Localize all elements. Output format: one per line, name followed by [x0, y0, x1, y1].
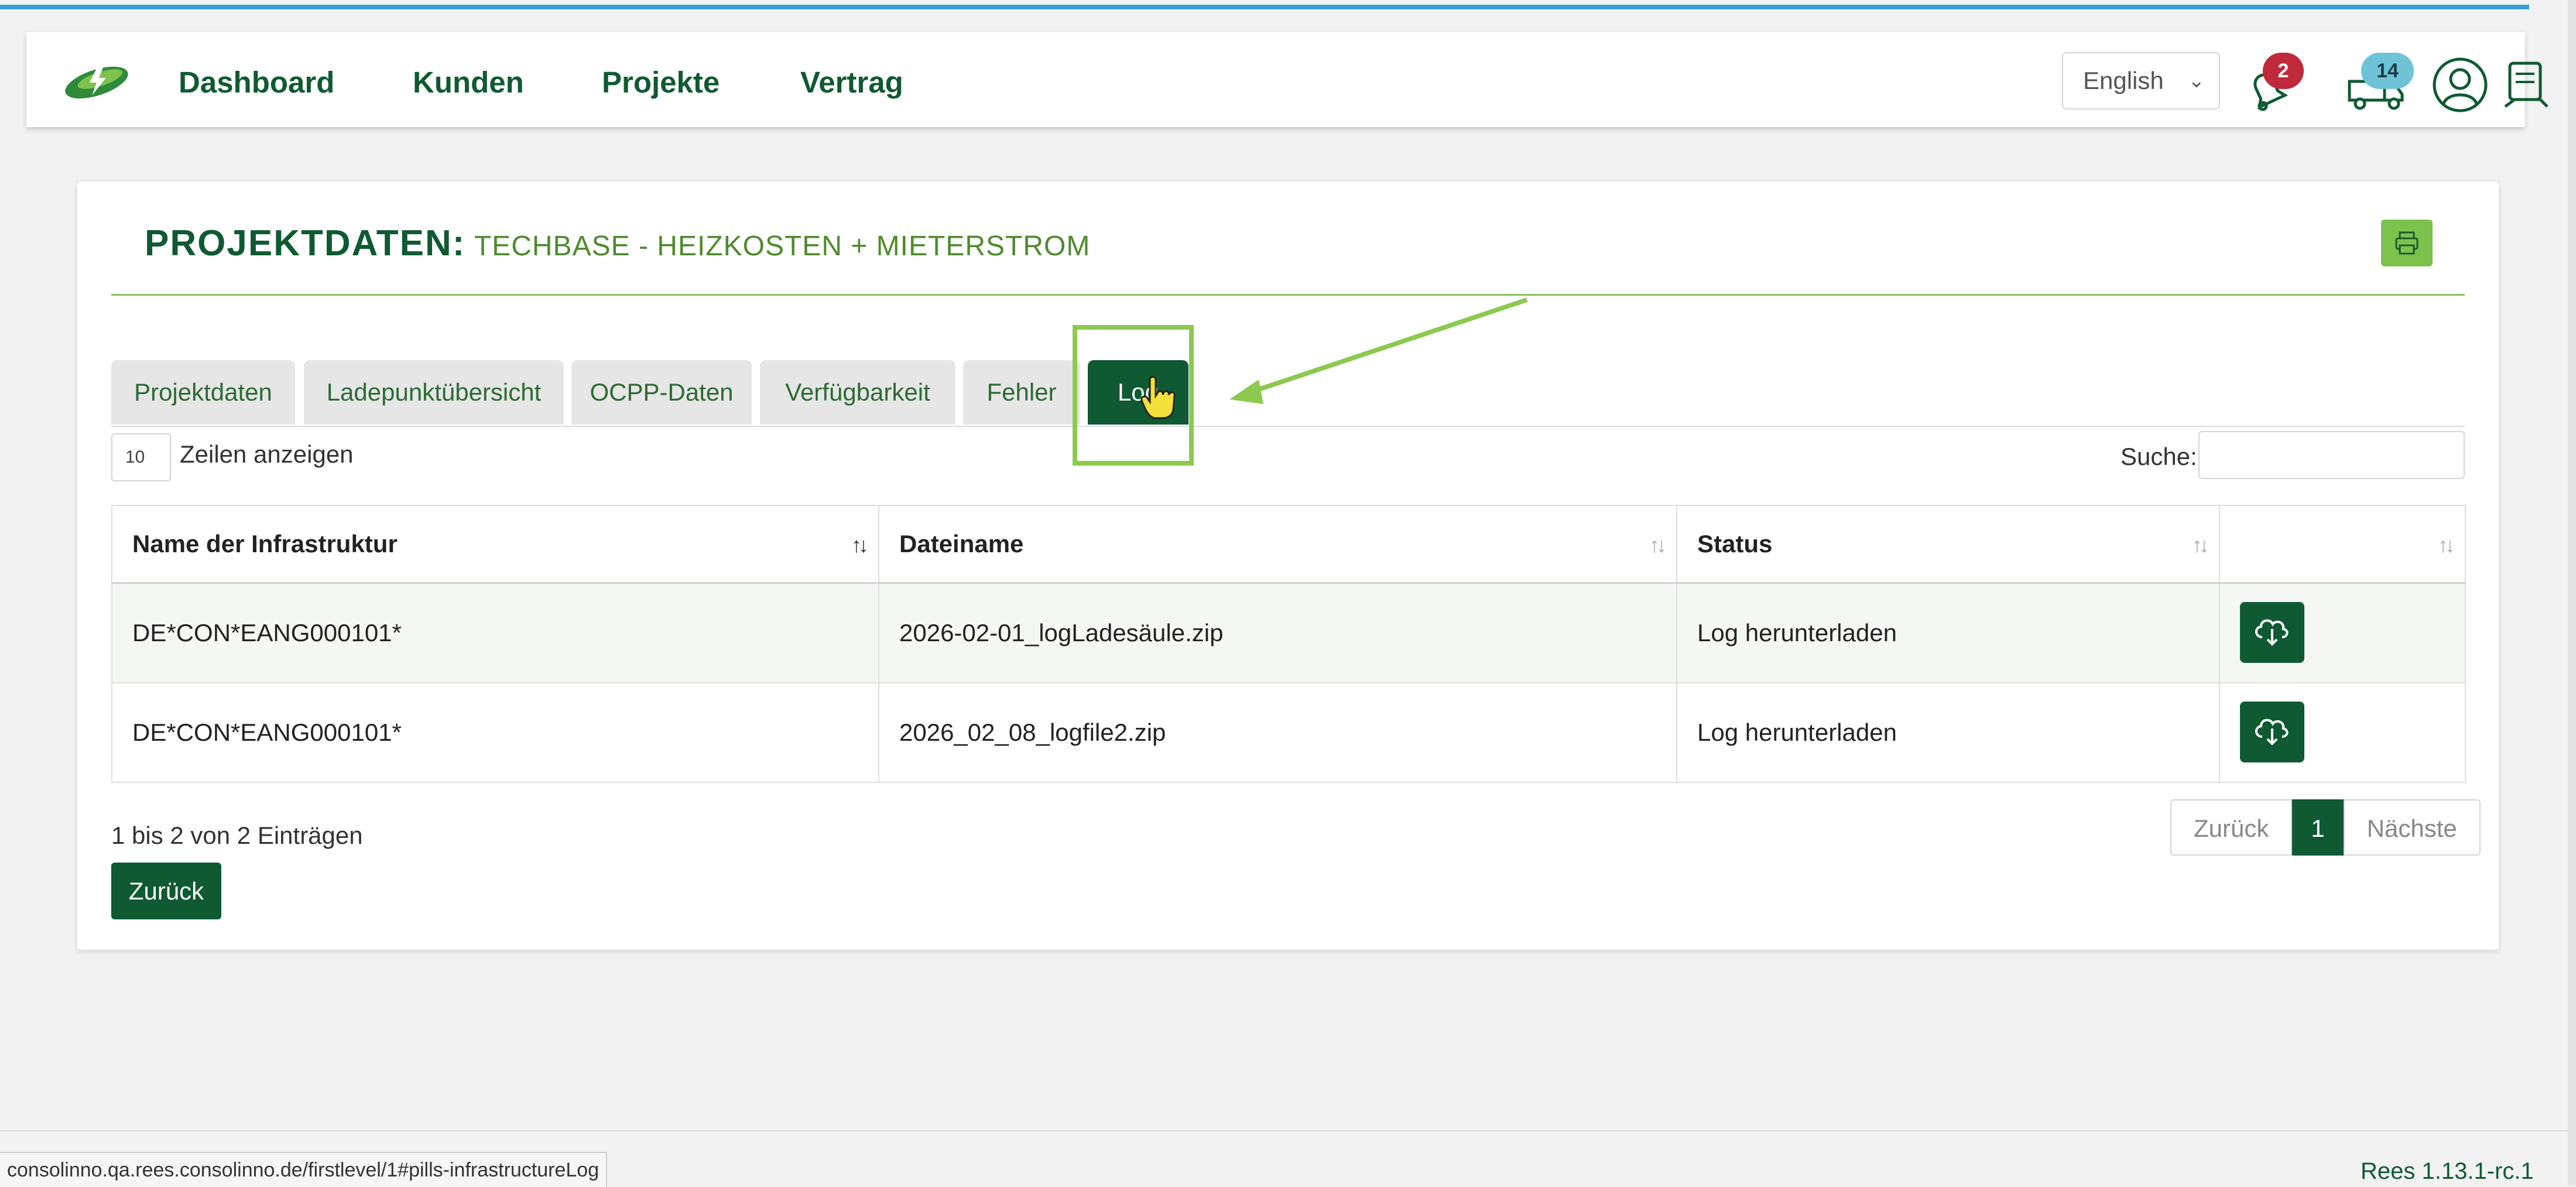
app-version: Rees 1.13.1-rc.1	[2361, 1158, 2534, 1184]
annotation-overlay	[1140, 297, 1528, 419]
hand-cursor-icon	[1140, 376, 1176, 419]
annotation-arrowhead	[1229, 379, 1263, 404]
status-bar-url: consolinno.qa.rees.consolinno.de/firstle…	[0, 1152, 608, 1187]
annotation-arrow	[1249, 297, 1528, 395]
footer-divider	[0, 1130, 2568, 1131]
